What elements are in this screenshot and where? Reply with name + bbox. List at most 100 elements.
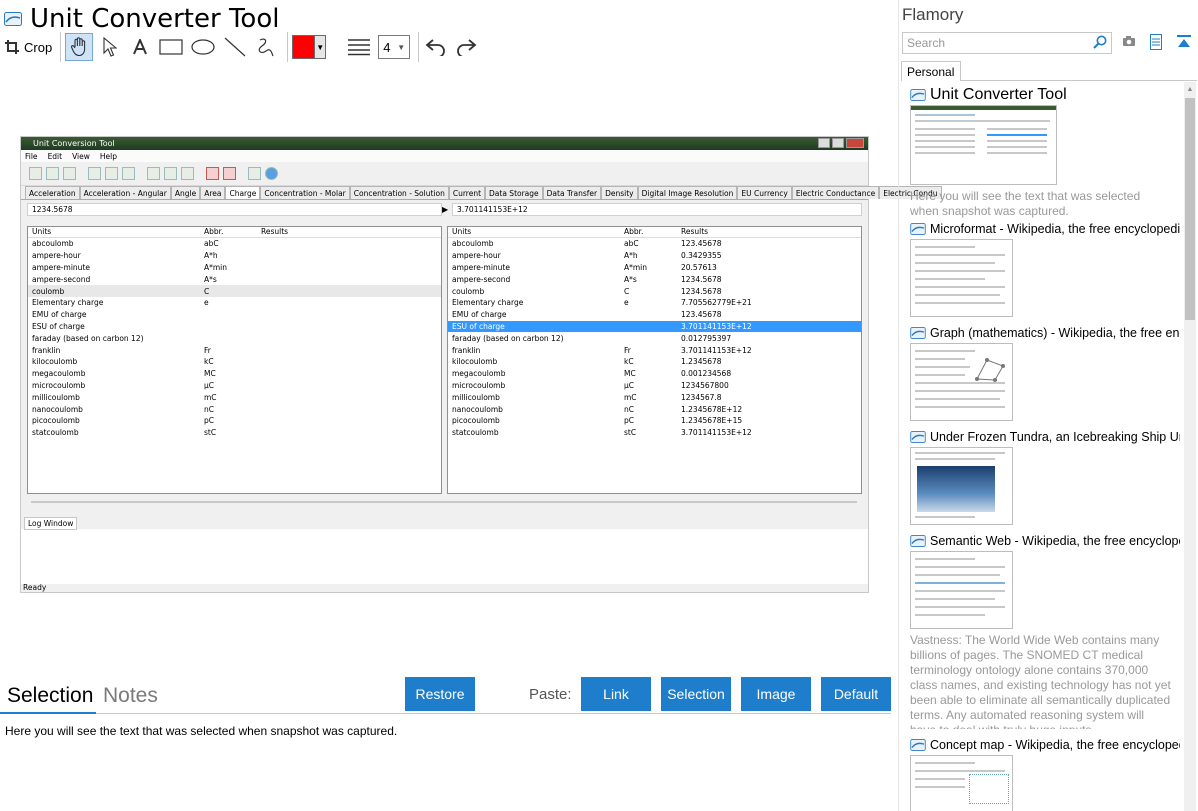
flamory-app: Unit Converter Tool Crop ▼ 4 ▼ Unit Conv… [0,0,1198,811]
table-cell: nC [204,404,214,414]
table-cell: 1234.5678 [681,274,722,284]
snapshot-icon [910,89,926,101]
tab-personal[interactable]: Personal [901,61,961,81]
line-icon [224,37,246,57]
scroll-up-icon[interactable]: ▲ [1184,82,1196,96]
table-cell: statcoulomb [32,428,79,438]
text-tool-button[interactable] [127,33,153,61]
snapshot-tab: Concentration - Molar [260,186,350,199]
table-row: ampere-hour A*h 0.3429355 [448,250,861,262]
table-cell: ampere-second [452,274,511,284]
search-input[interactable]: Search [902,32,1112,54]
table-cell: Fr [204,345,211,355]
table-cell: nC [624,404,634,414]
undo-button[interactable] [423,33,449,61]
export-icon [105,167,118,180]
table-cell: 1234.5678 [681,286,722,296]
entry-thumbnail [910,755,1013,811]
redo-button[interactable] [453,33,479,61]
snapshot-entry[interactable]: Concept map - Wikipedia, the free encycl… [910,737,1180,811]
entry-header: Microformat - Wikipedia, the free encycl… [910,221,1180,237]
tab-selection[interactable]: Selection [0,680,96,714]
paste-label: Paste: [529,686,572,703]
snapshot-entry[interactable]: Under Frozen Tundra, an Icebreaking Ship… [910,429,1180,525]
table-row: ampere-second A*s 1234.5678 [448,273,861,285]
help-icon [265,167,278,180]
paste-selection-button[interactable]: Selection [661,677,731,711]
search-placeholder: Search [907,36,946,50]
menu-edit: Edit [47,151,63,161]
snapshot-entry[interactable]: Graph (mathematics) - Wikipedia, the fre… [910,325,1180,421]
collapse-icon[interactable] [1176,34,1192,50]
paste-image-button[interactable]: Image [741,677,811,711]
entry-title: Graph (mathematics) - Wikipedia, the fre… [930,326,1180,340]
rectangle-tool-button[interactable] [157,33,185,61]
splitter [31,501,857,503]
color-picker[interactable]: ▼ [292,33,327,61]
table-cell: Fr [624,345,631,355]
page-title: Unit Converter Tool [30,4,280,34]
document-icon[interactable] [1150,34,1162,50]
pan-tool-button[interactable] [65,33,94,61]
table-cell: C [204,286,210,296]
table-cell: pC [624,416,634,426]
ship-photo [917,466,995,512]
snapshot-entry[interactable]: Semantic Web - Wikipedia, the free encyc… [910,533,1180,729]
graph-diagram-icon [975,358,1005,382]
table-cell: ampere-minute [452,262,510,272]
line-width-field: 4 ▼ [378,35,411,59]
camera-icon[interactable] [1122,34,1136,48]
line-tool-button[interactable] [221,33,249,61]
table-cell: faraday (based on carbon 12) [452,333,564,343]
table-cell: ESU of charge [32,321,85,331]
restore-button[interactable]: Restore [405,677,475,711]
table-cell: 3.701141153E+12 [681,345,752,355]
freehand-tool-button[interactable] [253,33,279,61]
snapshot-entry[interactable]: Unit Converter Tool Here you will see th… [910,87,1180,219]
table-cell: MC [624,369,636,379]
line-width-icon [348,39,371,56]
column-header: Results [681,227,709,236]
sidebar: Flamory Search Personal ▲ Unit Converter… [898,0,1198,811]
paste-link-button[interactable]: Link [581,677,651,711]
import-icon [88,167,101,180]
menu-file: File [25,151,38,161]
tab-notes[interactable]: Notes [103,684,158,708]
table-row: coulomb C 1234.5678 [448,285,861,297]
crop-button[interactable]: Crop [4,33,52,61]
table-cell: EMU of charge [32,310,87,320]
table-row: franklin Fr 3.701141153E+12 [448,344,861,356]
table-cell: stC [204,428,217,438]
table-row: megacoulomb MC 0.001234568 [448,368,861,380]
table-row: EMU of charge 123.45678 [448,309,861,321]
table-cell: 123.45678 [681,239,722,249]
entry-title: Semantic Web - Wikipedia, the free encyc… [930,534,1180,548]
table-row: faraday (based on carbon 12) 0.012795397 [448,332,861,344]
sidebar-scrollbar[interactable]: ▲ [1184,82,1196,811]
snapshot-menubar: File Edit View Help [21,150,868,162]
snapshot-tab: Current [448,186,486,199]
column-header: Results [261,227,289,236]
entry-title: Microformat - Wikipedia, the free encycl… [930,222,1180,236]
line-width-icon-button[interactable] [344,33,374,61]
paste-default-button[interactable]: Default [821,677,891,711]
toolbar-divider [418,32,420,62]
ellipse-tool-button[interactable] [189,33,217,61]
snapshot-entry[interactable]: Microformat - Wikipedia, the free encycl… [910,221,1180,317]
select-tool-button[interactable] [97,33,123,61]
table-cell: A*min [624,262,648,272]
table-cell: 123.45678 [681,310,722,320]
snapshot-icon [910,223,926,235]
table-cell: abC [624,239,639,249]
scrollbar-thumb[interactable] [1185,98,1195,320]
snapshot-log-area [21,529,868,584]
copy-icon [147,167,160,180]
sum-icon [223,167,236,180]
column-header: Units [452,227,472,236]
table-cell: abcoulomb [32,239,74,249]
table-cell: picocoulomb [32,416,80,426]
table-row: Elementary charge e 7.705562779E+21 [448,297,861,309]
entry-thumbnail [910,551,1013,629]
search-icon[interactable] [1093,35,1107,49]
line-width-select[interactable]: 4 ▼ [378,33,411,61]
